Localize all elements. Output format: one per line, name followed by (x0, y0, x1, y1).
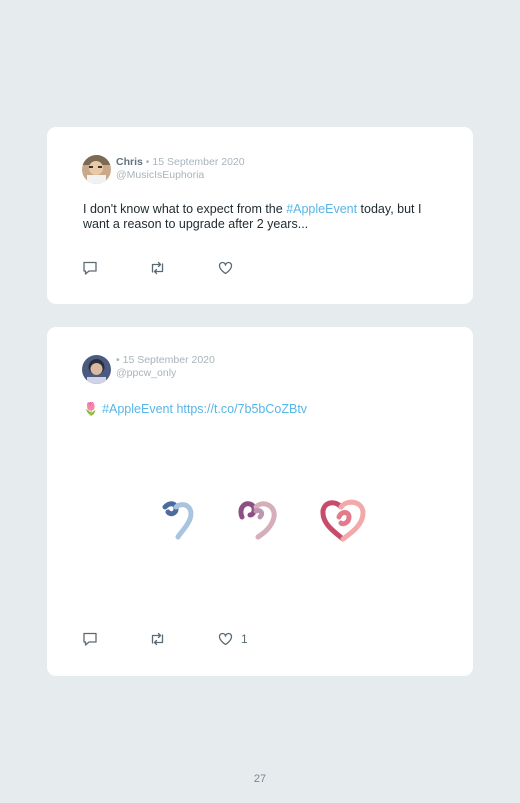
like-icon (218, 632, 233, 646)
reply-icon (83, 632, 97, 646)
tulip-emoji: 🌷 (83, 402, 99, 416)
avatar[interactable] (82, 355, 111, 384)
hashtag-link[interactable]: #AppleEvent (102, 402, 173, 416)
page-number: 27 (253, 773, 267, 785)
avatar-photo-icon (82, 355, 111, 384)
avatar-photo-icon (82, 155, 111, 184)
heart-sketch-icon (238, 501, 277, 540)
tweet-meta: • 15 September 2020 @ppcw_only (116, 354, 215, 380)
author-name[interactable]: Chris (116, 156, 143, 168)
tweet-card[interactable]: Chris • 15 September 2020 @MusicIsEuphor… (47, 127, 473, 304)
retweet-icon (151, 261, 164, 275)
tweet-text-part: I don't know what to expect from the (83, 202, 287, 216)
tweet-text: 🌷 #AppleEvent https://t.co/7b5bCoZBtv (83, 402, 443, 417)
media-image[interactable] (162, 497, 198, 547)
separator: • (145, 156, 150, 168)
media-image[interactable] (236, 497, 280, 547)
like-count: 1 (241, 632, 248, 646)
avatar[interactable] (82, 155, 111, 184)
url-link[interactable]: https://t.co/7b5bCoZBtv (176, 402, 307, 416)
tweet-card[interactable]: • 15 September 2020 @ppcw_only 🌷 #AppleE… (47, 327, 473, 676)
author-handle[interactable]: @MusicIsEuphoria (116, 169, 245, 182)
like-icon (218, 261, 233, 275)
reply-button[interactable] (82, 631, 98, 647)
retweet-button[interactable] (149, 260, 166, 276)
media-image[interactable] (319, 497, 367, 547)
heart-sketch-icon (320, 499, 366, 542)
author-handle[interactable]: @ppcw_only (116, 367, 215, 380)
retweet-icon (151, 632, 164, 646)
heart-sketch-icon (162, 501, 194, 540)
reply-button[interactable] (82, 260, 98, 276)
tweet-actions: 1 (82, 631, 282, 647)
separator: • (116, 354, 120, 366)
hashtag-link[interactable]: #AppleEvent (286, 202, 357, 216)
tweet-text: I don't know what to expect from the #Ap… (83, 202, 443, 232)
tweet-meta: Chris • 15 September 2020 @MusicIsEuphor… (116, 156, 245, 182)
tweet-date[interactable]: 15 September 2020 (123, 354, 215, 366)
like-button[interactable]: 1 (218, 631, 248, 647)
like-button[interactable] (218, 260, 241, 276)
tweet-date[interactable]: 15 September 2020 (152, 156, 244, 168)
reply-icon (83, 261, 97, 275)
retweet-button[interactable] (149, 631, 166, 647)
tweet-actions (82, 260, 282, 276)
